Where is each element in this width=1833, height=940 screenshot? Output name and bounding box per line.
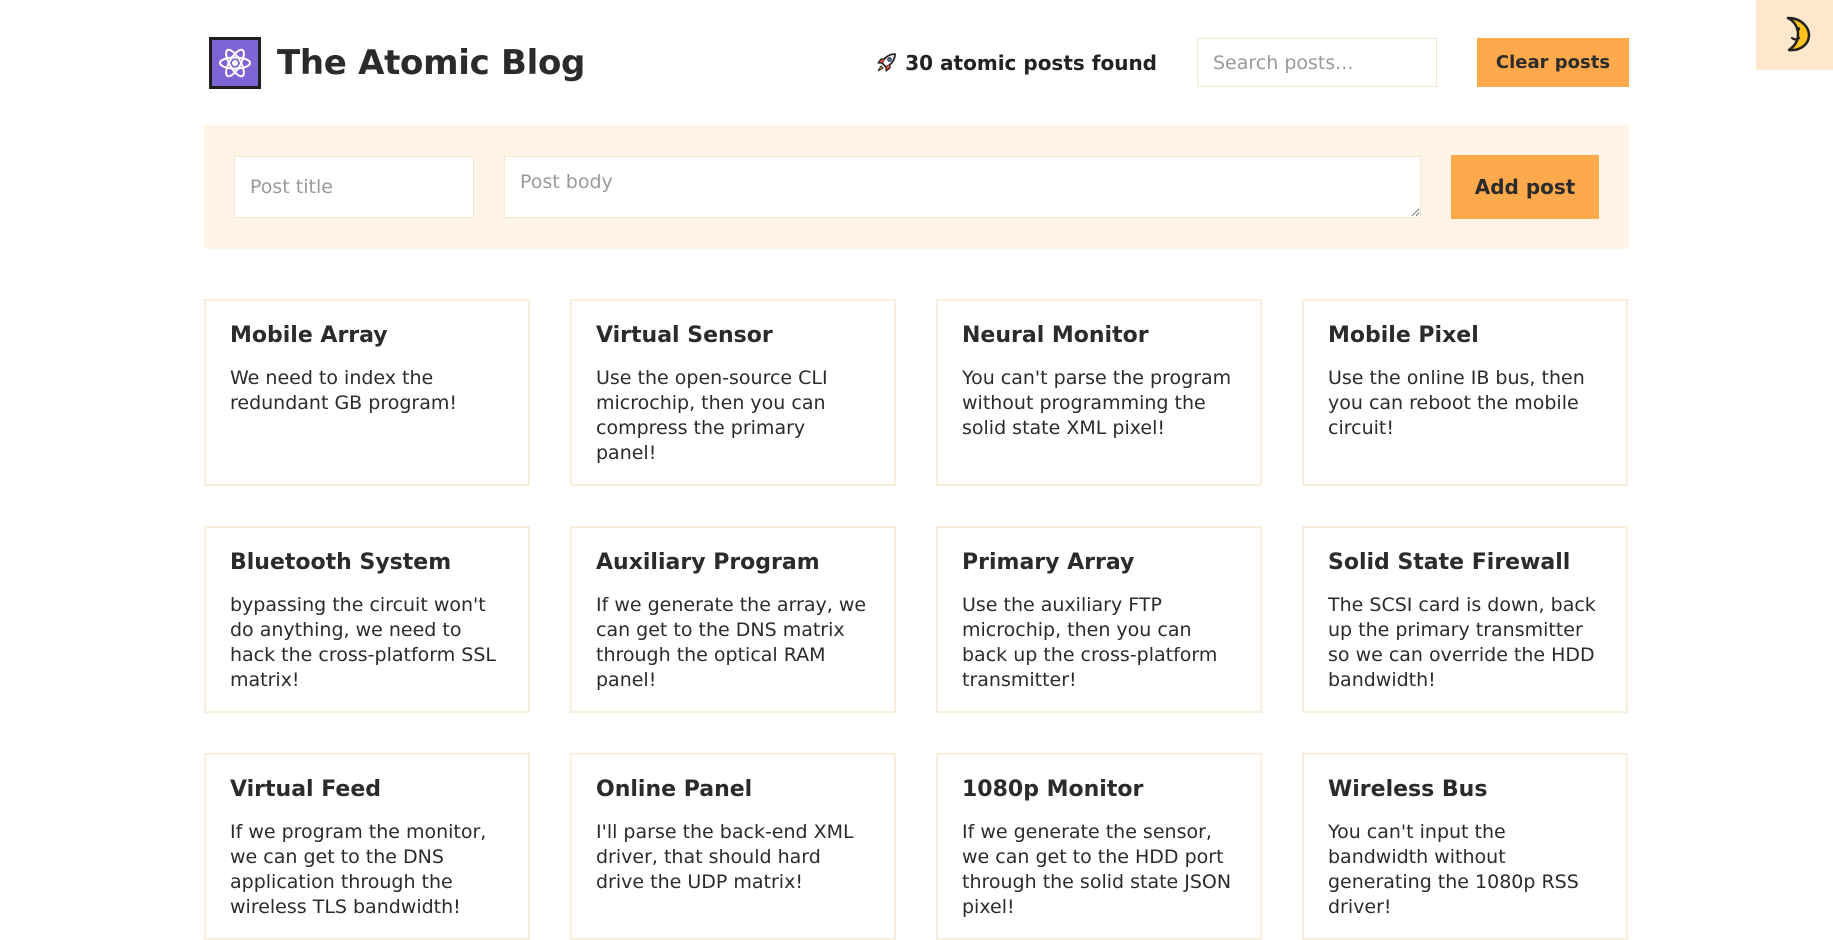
post-title: Wireless Bus [1328, 777, 1488, 802]
post-body: If we generate the array, we can get to … [596, 594, 867, 691]
post-title: Neural Monitor [962, 323, 1149, 348]
post-card: Bluetooth System bypassing the circuit w… [204, 526, 530, 713]
post-body-input[interactable] [504, 156, 1422, 218]
posts-grid: Mobile Array We need to index the redund… [204, 299, 1629, 940]
post-title: Virtual Feed [230, 777, 381, 802]
post-card: Primary Array Use the auxiliary FTP micr… [936, 526, 1262, 713]
post-body: You can't input the bandwidth without ge… [1328, 821, 1579, 918]
post-title: Solid State Firewall [1328, 550, 1571, 575]
post-body: If we generate the sensor, we can get to… [962, 821, 1232, 918]
post-title: Virtual Sensor [596, 323, 773, 348]
post-card: Neural Monitor You can't parse the progr… [936, 299, 1262, 486]
add-post-button[interactable]: Add post [1451, 155, 1599, 219]
post-count: 30 atomic posts found [875, 51, 1157, 75]
post-title: Primary Array [962, 550, 1135, 575]
post-body: Use the auxiliary FTP microchip, then yo… [962, 594, 1218, 691]
post-count-text: 30 atomic posts found [905, 50, 1157, 75]
post-body: Use the online IB bus, then you can rebo… [1328, 367, 1585, 439]
brand: The Atomic Blog [209, 36, 586, 89]
post-card: Solid State Firewall The SCSI card is do… [1302, 526, 1628, 713]
header-controls: 30 atomic posts found Clear posts [875, 38, 1629, 87]
theme-toggle-button[interactable] [1756, 0, 1833, 70]
post-card: Mobile Pixel Use the online IB bus, then… [1302, 299, 1628, 486]
search-input[interactable] [1197, 38, 1437, 87]
post-title: Mobile Array [230, 323, 388, 348]
post-card: Online Panel I'll parse the back-end XML… [570, 753, 896, 940]
page-container: The Atomic Blog 30 atomic posts found Cl… [204, 0, 1629, 940]
post-card: 1080p Monitor If we generate the sensor,… [936, 753, 1262, 940]
site-title: The Atomic Blog [277, 42, 586, 83]
atom-icon [209, 36, 261, 89]
post-card: Mobile Array We need to index the redund… [204, 299, 530, 486]
post-card: Virtual Feed If we program the monitor, … [204, 753, 530, 940]
add-post-form: Add post [204, 125, 1629, 249]
post-card: Wireless Bus You can't input the bandwid… [1302, 753, 1628, 940]
rocket-icon [875, 52, 897, 74]
post-body: Use the open-source CLI microchip, then … [596, 367, 828, 464]
post-body: The SCSI card is down, back up the prima… [1328, 594, 1596, 691]
post-title: Mobile Pixel [1328, 323, 1479, 348]
post-body: I'll parse the back-end XML driver, that… [596, 821, 854, 893]
post-card: Virtual Sensor Use the open-source CLI m… [570, 299, 896, 486]
post-title: Auxiliary Program [596, 550, 820, 575]
post-body: bypassing the circuit won't do anything,… [230, 594, 496, 691]
post-title: Bluetooth System [230, 550, 452, 575]
clear-posts-button[interactable]: Clear posts [1477, 38, 1629, 87]
post-card: Auxiliary Program If we generate the arr… [570, 526, 896, 713]
post-body: If we program the monitor, we can get to… [230, 821, 487, 918]
post-body: We need to index the redundant GB progra… [230, 367, 457, 414]
site-header: The Atomic Blog 30 atomic posts found Cl… [204, 0, 1629, 125]
post-body: You can't parse the program without prog… [962, 367, 1232, 439]
post-title-input[interactable] [234, 156, 474, 218]
post-title: 1080p Monitor [962, 777, 1144, 802]
post-title: Online Panel [596, 777, 753, 802]
moon-face-icon [1778, 14, 1812, 57]
